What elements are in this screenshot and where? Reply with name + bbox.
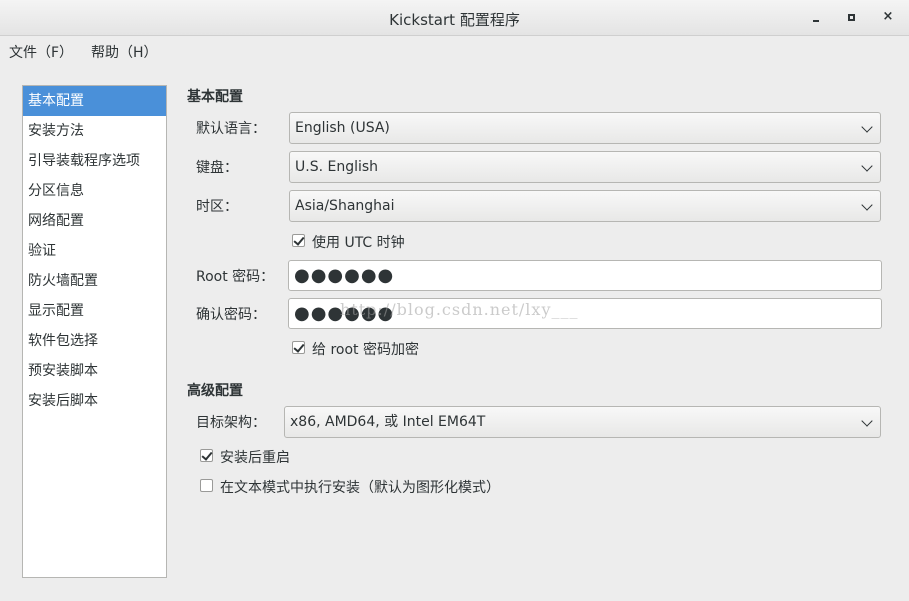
sidebar-item-bootloader[interactable]: 引导装载程序选项 [23, 146, 166, 176]
sidebar-item-pre-script[interactable]: 预安装脚本 [23, 356, 166, 386]
basic-section-title: 基本配置 [187, 89, 243, 105]
menu-bar: 文件（F） 帮助（H） [0, 36, 909, 66]
sidebar-item-display[interactable]: 显示配置 [23, 296, 166, 326]
root-password-value: ●●●●●● [294, 265, 395, 286]
arch-combo[interactable]: x86, AMD64, 或 Intel EM64T [284, 406, 881, 438]
utc-label: 使用 UTC 时钟 [312, 235, 405, 251]
sidebar-item-packages[interactable]: 软件包选择 [23, 326, 166, 356]
sidebar-item-network[interactable]: 网络配置 [23, 206, 166, 236]
language-label: 默认语言： [196, 121, 266, 137]
sidebar-item-basic-config[interactable]: 基本配置 [23, 86, 166, 116]
maximize-icon[interactable] [844, 9, 860, 25]
window-title: Kickstart 配置程序 [389, 11, 520, 29]
root-password-label: Root 密码： [196, 269, 275, 285]
keyboard-combo[interactable]: U.S. English [289, 151, 881, 183]
keyboard-value: U.S. English [295, 159, 379, 175]
text-mode-checkbox[interactable] [200, 479, 213, 492]
keyboard-label: 键盘： [196, 160, 238, 176]
sidebar: 基本配置 安装方法 引导装载程序选项 分区信息 网络配置 验证 防火墙配置 显示… [22, 85, 167, 578]
arch-label: 目标架构： [196, 415, 266, 431]
sidebar-item-auth[interactable]: 验证 [23, 236, 166, 266]
text-mode-label: 在文本模式中执行安装（默认为图形化模式） [220, 480, 500, 496]
reboot-label: 安装后重启 [220, 450, 290, 466]
title-bar: Kickstart 配置程序 × [0, 0, 909, 36]
timezone-label: 时区： [196, 199, 238, 215]
timezone-value: Asia/Shanghai [295, 198, 395, 214]
timezone-combo[interactable]: Asia/Shanghai [289, 190, 881, 222]
root-password-input[interactable]: ●●●●●● [288, 260, 882, 291]
minimize-icon[interactable] [808, 9, 824, 25]
reboot-checkbox[interactable] [200, 449, 213, 462]
chevron-down-icon [861, 121, 873, 133]
chevron-down-icon [861, 160, 873, 172]
chevron-down-icon [861, 199, 873, 211]
language-combo[interactable]: English (USA) [289, 112, 881, 144]
encrypt-root-checkbox[interactable] [292, 341, 305, 354]
arch-value: x86, AMD64, 或 Intel EM64T [290, 414, 486, 430]
confirm-password-label: 确认密码： [196, 307, 266, 323]
sidebar-item-post-script[interactable]: 安装后脚本 [23, 386, 166, 416]
advanced-section-title: 高级配置 [187, 383, 243, 399]
sidebar-item-firewall[interactable]: 防火墙配置 [23, 266, 166, 296]
sidebar-item-partition[interactable]: 分区信息 [23, 176, 166, 206]
menu-file[interactable]: 文件（F） [9, 42, 73, 62]
language-value: English (USA) [295, 120, 390, 136]
close-icon[interactable]: × [880, 9, 896, 25]
utc-checkbox[interactable] [292, 234, 305, 247]
menu-help[interactable]: 帮助（H） [91, 42, 158, 62]
chevron-down-icon [861, 415, 873, 427]
watermark: http://blog.csdn.net/lxy___ [340, 300, 579, 319]
sidebar-item-install-method[interactable]: 安装方法 [23, 116, 166, 146]
encrypt-root-label: 给 root 密码加密 [312, 342, 419, 358]
